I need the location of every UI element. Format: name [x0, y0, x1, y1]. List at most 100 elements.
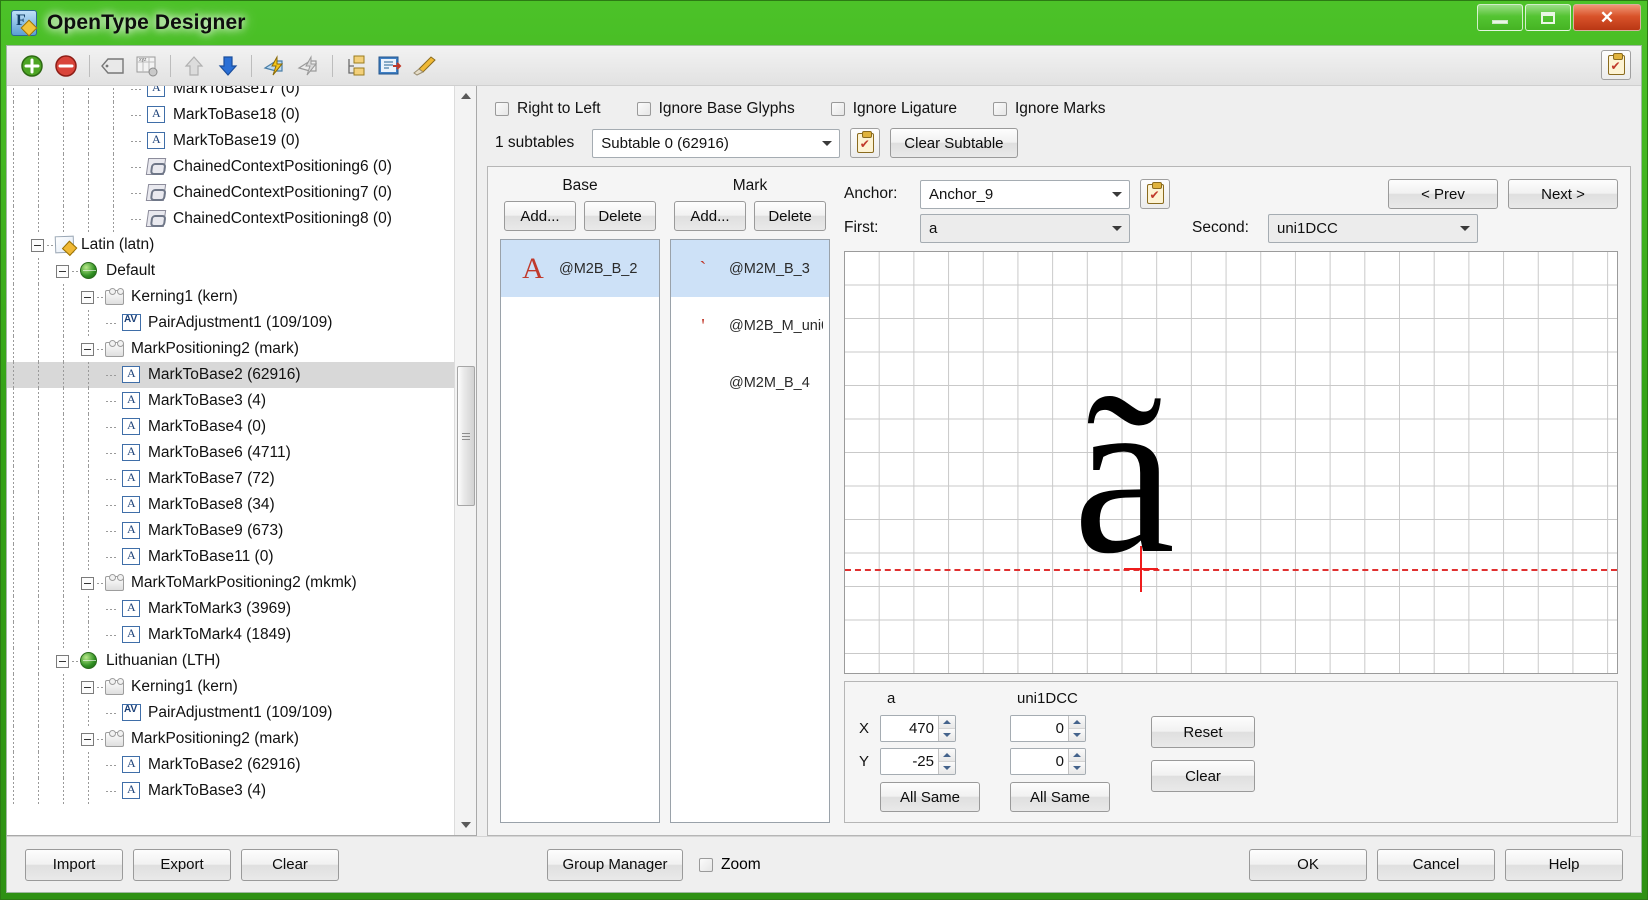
- lookup-tree[interactable]: MarkToBase17 (0) MarkToBase18 (0) MarkToBa…: [7, 86, 454, 835]
- tree-item[interactable]: ChainedContextPositioning8 (0): [7, 206, 454, 232]
- tree-expander-icon[interactable]: [81, 680, 94, 694]
- tree-item[interactable]: MarkToBase9 (673): [7, 518, 454, 544]
- compile-all-icon[interactable]: [292, 50, 326, 82]
- tree-item[interactable]: MarkToBase4 (0): [7, 414, 454, 440]
- next-button[interactable]: Next >: [1508, 179, 1618, 209]
- scroll-thumb[interactable]: [457, 366, 475, 506]
- prev-button[interactable]: < Prev: [1388, 179, 1498, 209]
- base-add-button[interactable]: Add...: [504, 201, 576, 231]
- move-down-icon[interactable]: [211, 50, 245, 82]
- tree-item[interactable]: MarkToBase8 (34): [7, 492, 454, 518]
- second-x-decrement[interactable]: [1069, 729, 1085, 741]
- tree-item[interactable]: Kerning1 (kern): [7, 674, 454, 700]
- tree-item[interactable]: ChainedContextPositioning6 (0): [7, 154, 454, 180]
- mark-list-item[interactable]: ' @M2B_M_uni0: [671, 297, 829, 354]
- base-list-item[interactable]: A @M2B_B_2: [501, 240, 659, 297]
- tree-item[interactable]: ChainedContextPositioning7 (0): [7, 180, 454, 206]
- first-glyph-select[interactable]: a: [920, 213, 1130, 243]
- tree-expander-icon[interactable]: [31, 238, 44, 252]
- move-up-icon[interactable]: [177, 50, 211, 82]
- hierarchy-icon[interactable]: [339, 50, 373, 82]
- tree-item[interactable]: Lithuanian (LTH): [7, 648, 454, 674]
- clean-icon[interactable]: [407, 50, 441, 82]
- anchor-select[interactable]: Anchor_9: [920, 179, 1130, 209]
- tree-item[interactable]: MarkToBase2 (62916): [7, 362, 454, 388]
- glyph-preview-canvas[interactable]: ã: [844, 251, 1618, 674]
- tree-item[interactable]: MarkToBase17 (0): [7, 86, 454, 102]
- tree-expander-icon[interactable]: [81, 732, 94, 746]
- first-y-input[interactable]: [881, 749, 938, 774]
- tree-item[interactable]: MarkToBase3 (4): [7, 388, 454, 414]
- second-y-input[interactable]: [1011, 749, 1068, 774]
- tree-item[interactable]: MarkToBase2 (62916): [7, 752, 454, 778]
- mark-list-item[interactable]: @M2M_B_4: [671, 354, 829, 411]
- tree-expander-icon[interactable]: [56, 654, 69, 668]
- import-button[interactable]: Import: [25, 848, 123, 881]
- compile-icon[interactable]: [258, 50, 292, 82]
- help-button[interactable]: Help: [1505, 848, 1623, 881]
- cancel-button[interactable]: Cancel: [1377, 848, 1495, 881]
- ok-button[interactable]: OK: [1249, 848, 1367, 881]
- ignore-marks-checkbox[interactable]: Ignore Marks: [993, 100, 1105, 118]
- tree-item[interactable]: MarkToBase11 (0): [7, 544, 454, 570]
- mark-delete-button[interactable]: Delete: [754, 201, 826, 231]
- group-manager-button[interactable]: Group Manager: [547, 848, 683, 881]
- clear-button[interactable]: Clear: [241, 848, 339, 881]
- second-glyph-select[interactable]: uni1DCC: [1268, 213, 1478, 243]
- second-x-spinner[interactable]: [1010, 715, 1086, 742]
- zoom-checkbox[interactable]: Zoom: [699, 856, 761, 874]
- tree-item[interactable]: PairAdjustment1 (109/109): [7, 310, 454, 336]
- table-icon[interactable]: xyz: [130, 50, 164, 82]
- tree-expander-icon[interactable]: [56, 264, 69, 278]
- add-icon[interactable]: [15, 50, 49, 82]
- export-button[interactable]: Export: [133, 848, 231, 881]
- ignore-ligature-checkbox[interactable]: Ignore Ligature: [830, 100, 957, 118]
- tree-item[interactable]: Kerning1 (kern): [7, 284, 454, 310]
- subtable-select[interactable]: Subtable 0 (62916): [592, 128, 841, 158]
- first-x-decrement[interactable]: [939, 729, 955, 741]
- first-x-spinner[interactable]: [880, 715, 956, 742]
- mark-add-button[interactable]: Add...: [674, 201, 746, 231]
- mark-glyph-list[interactable]: ` @M2M_B_3 ' @M2B_M_uni0 @M2M_B_4: [670, 239, 830, 823]
- ignore-base-glyphs-checkbox[interactable]: Ignore Base Glyphs: [636, 100, 795, 118]
- tree-item[interactable]: MarkToBase7 (72): [7, 466, 454, 492]
- right-to-left-checkbox[interactable]: Right to Left: [495, 100, 601, 118]
- clipboard-check-icon[interactable]: [1601, 50, 1631, 80]
- tree-item[interactable]: MarkToBase18 (0): [7, 102, 454, 128]
- remove-icon[interactable]: [49, 50, 83, 82]
- tree-item[interactable]: MarkToMark4 (1849): [7, 622, 454, 648]
- subtable-clipboard-button[interactable]: [850, 128, 881, 158]
- first-x-increment[interactable]: [939, 716, 955, 729]
- first-y-decrement[interactable]: [939, 762, 955, 774]
- first-y-increment[interactable]: [939, 749, 955, 762]
- anchor-clipboard-button[interactable]: [1140, 179, 1170, 209]
- second-all-same-button[interactable]: All Same: [1010, 782, 1110, 812]
- tree-item[interactable]: MarkToBase6 (4711): [7, 440, 454, 466]
- tree-item[interactable]: PairAdjustment1 (109/109): [7, 700, 454, 726]
- tag-icon[interactable]: [96, 50, 130, 82]
- base-glyph-list[interactable]: A @M2B_B_2: [500, 239, 660, 823]
- base-delete-button[interactable]: Delete: [584, 201, 656, 231]
- tree-expander-icon[interactable]: [81, 576, 94, 590]
- tree-item[interactable]: MarkToBase19 (0): [7, 128, 454, 154]
- minimize-button[interactable]: [1477, 4, 1523, 31]
- maximize-button[interactable]: [1525, 4, 1571, 31]
- first-x-input[interactable]: [881, 716, 938, 741]
- tree-item[interactable]: MarkPositioning2 (mark): [7, 726, 454, 752]
- second-y-decrement[interactable]: [1069, 762, 1085, 774]
- properties-icon[interactable]: [373, 50, 407, 82]
- scroll-up-button[interactable]: [455, 86, 476, 106]
- tree-item[interactable]: Default: [7, 258, 454, 284]
- tree-item[interactable]: MarkToBase3 (4): [7, 778, 454, 804]
- tree-vertical-scrollbar[interactable]: [454, 86, 476, 835]
- tree-expander-icon[interactable]: [81, 290, 94, 304]
- tree-item[interactable]: MarkToMark3 (3969): [7, 596, 454, 622]
- first-all-same-button[interactable]: All Same: [880, 782, 980, 812]
- tree-item[interactable]: MarkToMarkPositioning2 (mkmk): [7, 570, 454, 596]
- clear-anchor-button[interactable]: Clear: [1151, 760, 1255, 792]
- reset-button[interactable]: Reset: [1151, 716, 1255, 748]
- tree-item[interactable]: MarkPositioning2 (mark): [7, 336, 454, 362]
- first-y-spinner[interactable]: [880, 748, 956, 775]
- second-x-input[interactable]: [1011, 716, 1068, 741]
- close-button[interactable]: ✕: [1573, 4, 1641, 31]
